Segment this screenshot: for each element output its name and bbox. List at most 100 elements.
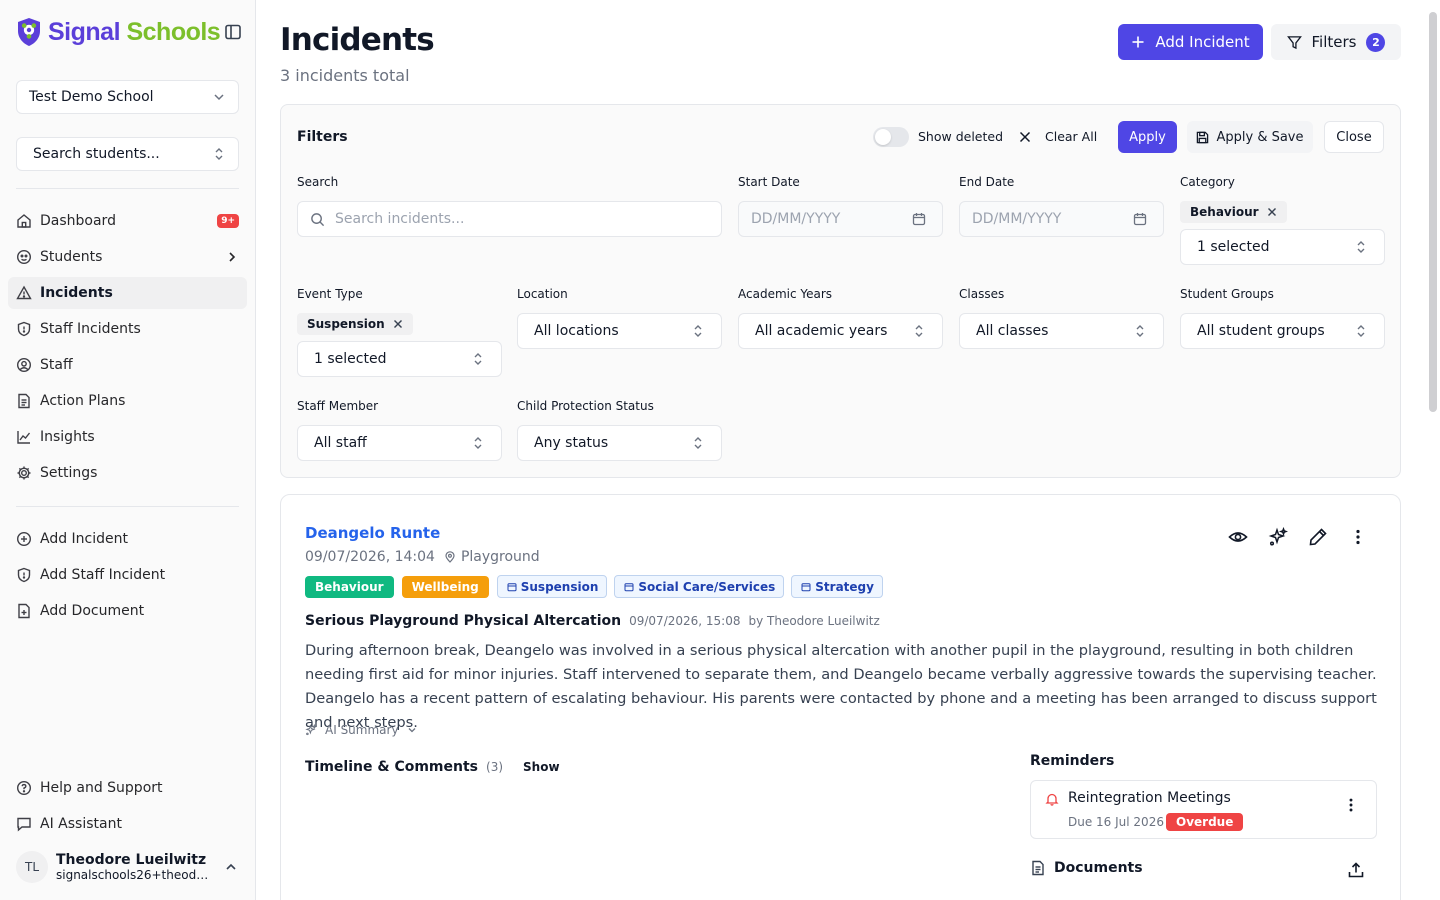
upload-icon[interactable]	[1347, 861, 1365, 879]
sidebar-collapse-icon[interactable]	[224, 23, 242, 41]
school-select[interactable]: Test Demo School	[16, 80, 239, 114]
cp-status-select[interactable]: Any status	[517, 425, 722, 461]
map-pin-icon	[445, 551, 455, 563]
nav-item-students[interactable]: Students	[8, 241, 247, 273]
nav-item-incidents[interactable]: Incidents	[8, 277, 247, 309]
apply-button[interactable]: Apply	[1118, 121, 1177, 153]
filters-count-badge: 2	[1366, 32, 1386, 52]
sidebar-divider	[16, 506, 239, 507]
incident-logged-at: 09/07/2026, 15:08	[629, 614, 741, 628]
student-groups-label: Student Groups	[1180, 287, 1274, 301]
notification-badge: 9+	[217, 214, 239, 228]
remove-chip-icon[interactable]	[393, 319, 403, 329]
card-actions	[1208, 527, 1368, 547]
file-text-icon	[18, 393, 30, 409]
show-deleted-toggle[interactable]	[873, 127, 909, 147]
nav-item-add-staff-incident[interactable]: Add Staff Incident	[8, 559, 247, 591]
sparkles-icon[interactable]	[1268, 527, 1288, 547]
reminder-card[interactable]: Reintegration Meetings Due 16 Jul 2026 O…	[1030, 780, 1377, 839]
end-date-input[interactable]: DD/MM/YYYY	[959, 201, 1164, 237]
shield-icon	[17, 321, 31, 337]
calendar-icon	[801, 582, 811, 591]
kebab-menu-icon[interactable]	[1342, 796, 1360, 814]
home-icon	[17, 214, 31, 228]
message-icon	[17, 817, 31, 832]
filters-panel-title: Filters	[297, 129, 348, 145]
category-select[interactable]: 1 selected	[1180, 229, 1385, 265]
nav-item-insights[interactable]: Insights	[8, 421, 247, 453]
academic-years-select[interactable]: All academic years	[738, 313, 943, 349]
calendar-icon	[1133, 213, 1147, 226]
timeline-section: Timeline & Comments (3) Show	[305, 759, 560, 775]
event-type-chip: Suspension	[297, 313, 413, 335]
classes-select[interactable]: All classes	[959, 313, 1164, 349]
user-menu[interactable]: TL Theodore Lueilwitz signalschools26+th…	[8, 843, 247, 891]
student-search-select[interactable]: Search students...	[16, 137, 239, 171]
classes-select-value: All classes	[976, 323, 1049, 339]
location-select[interactable]: All locations	[517, 313, 722, 349]
classes-label: Classes	[959, 287, 1005, 301]
nav-item-settings[interactable]: Settings	[8, 457, 247, 489]
save-icon	[1197, 131, 1209, 143]
incident-header: Serious Playground Physical Altercation …	[305, 613, 880, 629]
nav-item-staff-incidents[interactable]: Staff Incidents	[8, 313, 247, 345]
chevron-right-icon	[229, 252, 236, 262]
nav-item-staff[interactable]: Staff	[8, 349, 247, 381]
nav-item-add-document[interactable]: Add Document	[8, 595, 247, 627]
chevrons-up-down-icon	[694, 325, 702, 337]
help-circle-icon	[16, 780, 32, 796]
scrollbar[interactable]	[1429, 12, 1437, 412]
nav-item-label: Add Incident	[40, 531, 129, 547]
location-select-value: All locations	[534, 323, 619, 339]
calendar-icon	[912, 213, 926, 226]
brand[interactable]: Signal Schools	[16, 14, 221, 50]
add-incident-button[interactable]: Add Incident	[1118, 24, 1263, 60]
page-title: Incidents	[280, 22, 435, 58]
start-date-label: Start Date	[738, 175, 800, 189]
clear-all-button[interactable]: Clear All	[1019, 129, 1097, 144]
reminder-due: Due 16 Jul 2026	[1068, 815, 1164, 829]
chevron-down-icon	[408, 728, 416, 733]
nav-item-label: Incidents	[40, 285, 113, 301]
plus-circle-icon	[16, 531, 32, 547]
apply-save-button[interactable]: Apply & Save	[1187, 121, 1313, 153]
filters-button[interactable]: Filters 2	[1271, 24, 1401, 60]
close-filters-button[interactable]: Close	[1324, 121, 1384, 153]
nav-item-add-incident[interactable]: Add Incident	[8, 523, 247, 555]
nav-item-label: AI Assistant	[40, 816, 122, 832]
nav-item-dashboard[interactable]: Dashboard 9+	[8, 205, 247, 237]
end-date-placeholder: DD/MM/YYYY	[972, 211, 1062, 227]
pencil-icon[interactable]	[1308, 527, 1328, 547]
ai-summary-toggle[interactable]: AI Summary	[305, 723, 417, 737]
sidebar-divider	[16, 188, 239, 189]
calendar-icon	[507, 582, 517, 591]
student-groups-select[interactable]: All student groups	[1180, 313, 1385, 349]
student-name-link[interactable]: Deangelo Runte	[305, 524, 440, 542]
incident-description: During afternoon break, Deangelo was inv…	[305, 642, 1377, 731]
alert-triangle-icon	[16, 285, 32, 300]
kebab-menu-icon[interactable]	[1348, 527, 1368, 547]
event-type-select[interactable]: 1 selected	[297, 341, 502, 377]
end-date-label: End Date	[959, 175, 1015, 189]
brand-name: Signal Schools	[48, 18, 221, 47]
start-date-input[interactable]: DD/MM/YYYY	[738, 201, 943, 237]
cp-status-select-value: Any status	[534, 435, 609, 451]
timeline-show-button[interactable]: Show	[523, 760, 560, 774]
gear-icon	[17, 466, 31, 480]
remove-chip-icon[interactable]	[1267, 207, 1277, 217]
eye-icon[interactable]	[1228, 527, 1248, 547]
avatar: TL	[16, 851, 48, 883]
nav-item-action-plans[interactable]: Action Plans	[8, 385, 247, 417]
incident-title: Serious Playground Physical Altercation	[305, 613, 622, 629]
nav-item-help[interactable]: Help and Support	[8, 772, 247, 804]
cp-status-label: Child Protection Status	[517, 399, 654, 413]
nav-item-ai-assistant[interactable]: AI Assistant	[8, 808, 247, 840]
staff-member-select[interactable]: All staff	[297, 425, 502, 461]
search-placeholder: Search incidents...	[335, 211, 465, 227]
overdue-badge: Overdue	[1166, 813, 1244, 831]
quick-actions-nav: Add Incident Add Staff Incident Add Docu…	[8, 523, 247, 631]
academic-years-select-value: All academic years	[755, 323, 888, 339]
search-incidents-input[interactable]: Search incidents...	[297, 201, 722, 237]
apply-save-label: Apply & Save	[1216, 129, 1304, 145]
tag-behaviour: Behaviour	[305, 575, 394, 598]
